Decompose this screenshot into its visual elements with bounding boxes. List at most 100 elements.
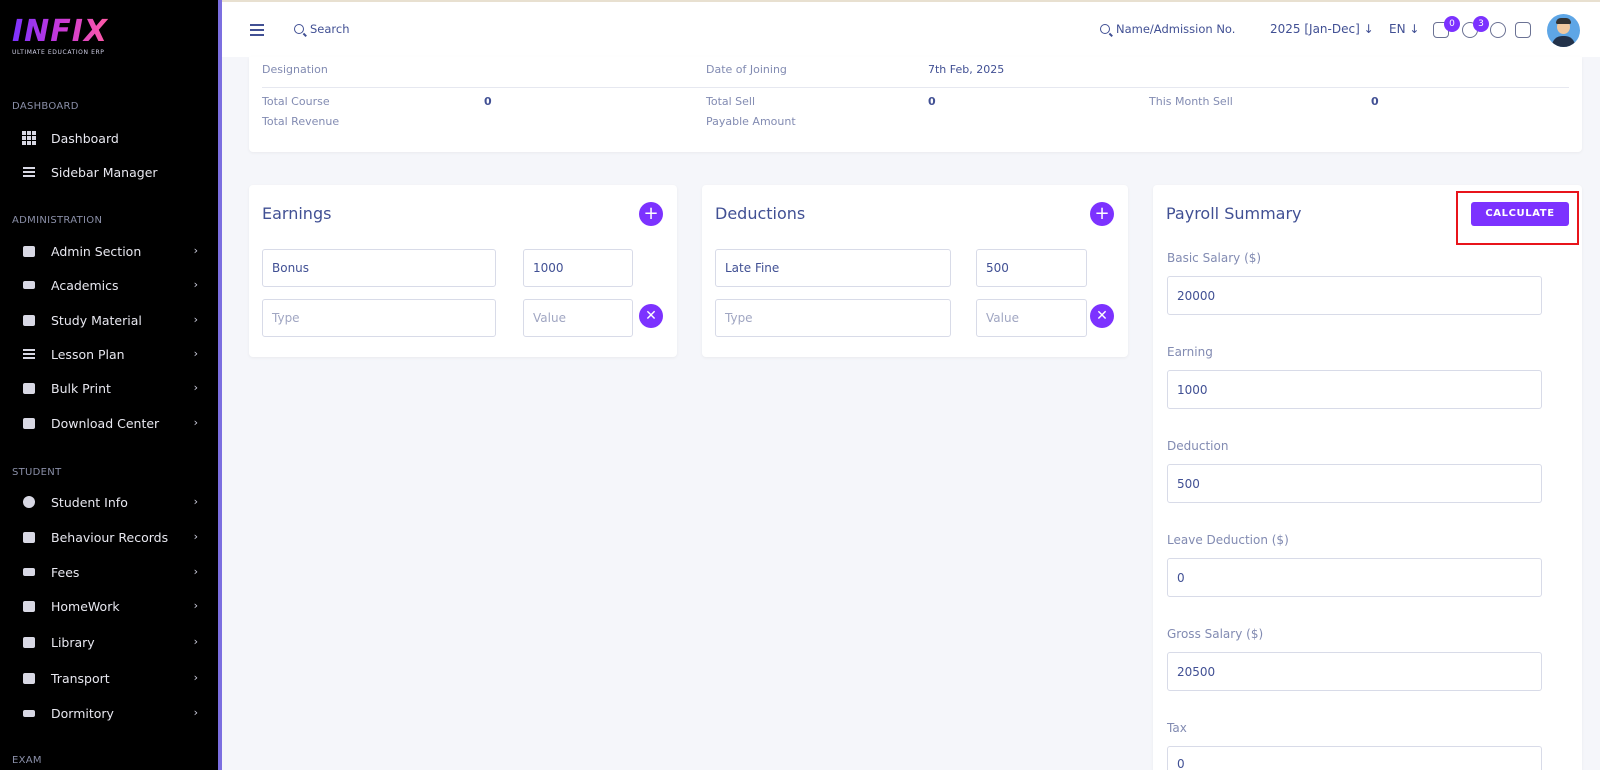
sidebar-item-label: Academics (51, 277, 119, 293)
sidebar-item-admin-section[interactable]: Admin Section › (0, 237, 218, 265)
designation-label: Designation (262, 63, 328, 76)
sidebar-item-transport[interactable]: Transport › (0, 664, 218, 692)
deduction-type-input[interactable]: Late Fine (715, 249, 951, 287)
section-title-student: STUDENT (12, 467, 62, 478)
leave-deduction-input[interactable]: 0 (1167, 558, 1542, 597)
sidebar-item-label: HomeWork (51, 598, 120, 614)
chevron-right-icon: › (193, 671, 198, 684)
deduction-label: Deduction (1167, 439, 1229, 453)
month-sell-value: 0 (1371, 95, 1379, 108)
remove-deduction-button[interactable]: ✕ (1090, 304, 1114, 328)
sidebar-item-label: Dormitory (51, 705, 114, 721)
leave-deduction-label: Leave Deduction ($) (1167, 533, 1289, 547)
gross-salary-input[interactable]: 20500 (1167, 652, 1542, 691)
sidebar-item-academics[interactable]: Academics › (0, 271, 218, 299)
earning-label: Earning (1167, 345, 1213, 359)
deduction-value-input-empty[interactable]: Value (976, 299, 1087, 337)
section-title-administration: ADMINISTRATION (12, 215, 103, 226)
earning-value-input[interactable]: 1000 (523, 249, 633, 287)
logo[interactable]: INFIX ULTIMATE EDUCATION ERP (12, 16, 108, 57)
total-revenue-label: Total Revenue (262, 115, 340, 128)
gross-salary-label: Gross Salary ($) (1167, 627, 1264, 641)
add-earning-button[interactable]: + (639, 202, 663, 226)
basic-salary-label: Basic Salary ($) (1167, 251, 1262, 265)
sidebar-item-label: Behaviour Records (51, 529, 169, 545)
deductions-title: Deductions (715, 204, 806, 223)
sidebar-item-fees[interactable]: Fees › (0, 558, 218, 586)
menu-icon (22, 165, 36, 179)
sidebar-item-student-info[interactable]: Student Info › (0, 488, 218, 516)
sidebar-item-bulk-print[interactable]: Bulk Print › (0, 374, 218, 402)
earning-type-input[interactable]: Bonus (262, 249, 496, 287)
sidebar-item-label: Student Info (51, 494, 128, 510)
search-icon (1100, 24, 1110, 34)
earning-type-input-empty[interactable]: Type (262, 299, 496, 337)
sidebar-item-label: Library (51, 634, 95, 650)
tax-label: Tax (1167, 721, 1187, 735)
sidebar-item-library[interactable]: Library › (0, 628, 218, 656)
avatar[interactable] (1547, 14, 1580, 47)
chevron-right-icon: › (193, 244, 198, 257)
list-icon (22, 347, 36, 361)
tax-input[interactable]: 0 (1167, 746, 1542, 770)
chevron-right-icon: › (193, 416, 198, 429)
joining-date-label: Date of Joining (706, 63, 787, 76)
chart-icon[interactable] (1515, 22, 1531, 38)
grid-icon (22, 131, 36, 145)
top-header: Search Name/Admission No. 2025 [Jan-Dec]… (222, 0, 1600, 57)
total-course-label: Total Course (262, 95, 330, 108)
chevron-right-icon: › (193, 278, 198, 291)
sidebar-item-label: Study Material (51, 312, 142, 328)
sidebar-item-label: Lesson Plan (51, 346, 125, 362)
divider (262, 87, 1569, 88)
bed-icon (22, 706, 36, 720)
sidebar-item-lesson-plan[interactable]: Lesson Plan › (0, 340, 218, 368)
admission-search-label: Name/Admission No. (1116, 22, 1236, 36)
total-sell-label: Total Sell (706, 95, 756, 108)
sidebar-item-download-center[interactable]: Download Center › (0, 409, 218, 437)
download-icon (22, 416, 36, 430)
globe-icon[interactable] (1490, 22, 1506, 38)
hamburger-menu-icon[interactable] (250, 24, 264, 39)
chevron-right-icon: › (193, 381, 198, 394)
arrow-down-icon: ↓ (1363, 22, 1374, 36)
language-label: EN (1389, 22, 1406, 36)
sidebar-item-study-material[interactable]: Study Material › (0, 306, 218, 334)
chevron-right-icon: › (193, 313, 198, 326)
calculate-highlight-box (1456, 191, 1579, 245)
money-icon (22, 565, 36, 579)
remove-earning-button[interactable]: ✕ (639, 304, 663, 328)
sidebar-item-dormitory[interactable]: Dormitory › (0, 699, 218, 727)
total-course-value: 0 (484, 95, 492, 108)
deduction-type-input-empty[interactable]: Type (715, 299, 951, 337)
search-icon (294, 24, 304, 34)
sidebar-item-homework[interactable]: HomeWork › (0, 592, 218, 620)
chevron-right-icon: › (193, 706, 198, 719)
search-button[interactable]: Search (294, 22, 350, 36)
sidebar-item-label: Admin Section (51, 243, 142, 259)
admission-search[interactable]: Name/Admission No. (1100, 22, 1235, 36)
chevron-right-icon: › (193, 530, 198, 543)
sidebar-item-label: Fees (51, 564, 80, 580)
sidebar-item-label: Bulk Print (51, 380, 111, 396)
add-deduction-button[interactable]: + (1090, 202, 1114, 226)
deduction-total-input[interactable]: 500 (1167, 464, 1542, 503)
deduction-value-input[interactable]: 500 (976, 249, 1087, 287)
logo-subtitle: ULTIMATE EDUCATION ERP (12, 49, 105, 56)
earning-total-input[interactable]: 1000 (1167, 370, 1542, 409)
search-label: Search (310, 22, 350, 36)
chevron-right-icon: › (193, 565, 198, 578)
chevron-right-icon: › (193, 635, 198, 648)
academic-year-select[interactable]: 2025 [Jan-Dec] ↓ (1270, 22, 1374, 36)
earning-value-input-empty[interactable]: Value (523, 299, 633, 337)
payroll-summary-title: Payroll Summary (1166, 204, 1302, 223)
records-icon (22, 530, 36, 544)
basic-salary-input[interactable]: 20000 (1167, 276, 1542, 315)
sidebar-item-label: Transport (51, 670, 110, 686)
sidebar-item-sidebar-manager[interactable]: Sidebar Manager (0, 158, 218, 186)
language-select[interactable]: EN ↓ (1389, 22, 1419, 36)
sidebar-item-behaviour-records[interactable]: Behaviour Records › (0, 523, 218, 551)
month-sell-label: This Month Sell (1149, 95, 1233, 108)
messages-badge: 0 (1444, 16, 1460, 32)
sidebar-item-dashboard[interactable]: Dashboard (0, 124, 218, 152)
